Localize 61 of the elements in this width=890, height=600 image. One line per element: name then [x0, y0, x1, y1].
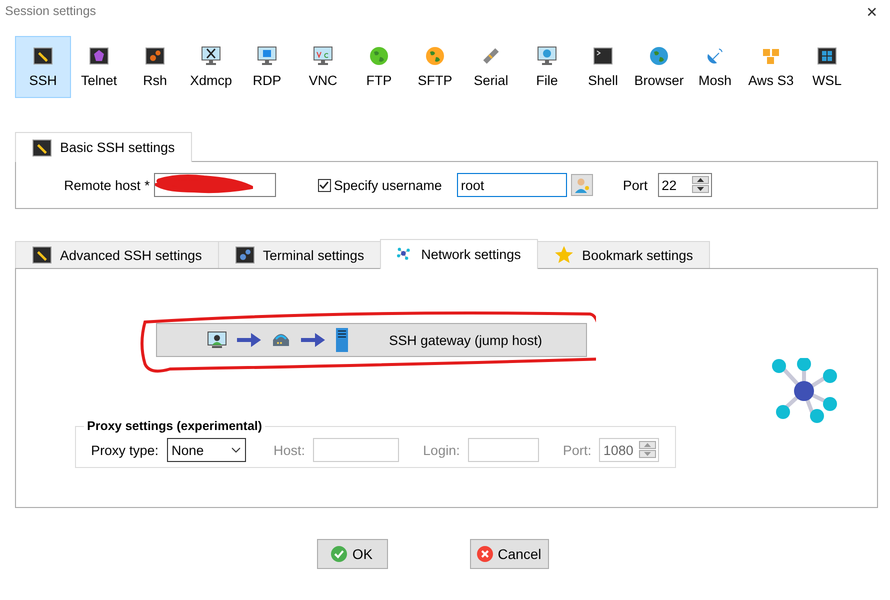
session-type-button[interactable]: Serial: [463, 36, 519, 98]
monitor-icon: [537, 46, 557, 66]
session-type-button[interactable]: FTP: [351, 36, 407, 98]
arrow-icon: [301, 333, 325, 347]
port-spinner[interactable]: 22: [658, 173, 712, 197]
remote-host-field[interactable]: [154, 173, 276, 197]
login-label: Login:: [423, 442, 460, 458]
monitor-icon: [313, 46, 333, 66]
cancel-button[interactable]: Cancel: [470, 539, 548, 569]
session-type-button[interactable]: File: [519, 36, 575, 98]
ok-button[interactable]: OK: [316, 539, 388, 569]
checkbox[interactable]: [318, 178, 331, 192]
globe-icon: [369, 46, 389, 66]
session-type-button[interactable]: SFTP: [407, 36, 463, 98]
username-field[interactable]: root: [456, 173, 567, 197]
window-title: Session settings: [5, 4, 96, 18]
session-type-button[interactable]: Browser: [631, 36, 687, 98]
globe-icon: [649, 46, 669, 66]
monitor-icon: [201, 46, 221, 66]
tab[interactable]: Basic SSH settings: [15, 132, 192, 162]
windows-logo-icon: [817, 46, 837, 66]
remote-host-label: Remote host *: [64, 178, 150, 192]
cubes-icon: [761, 46, 781, 66]
arrow-icon: [237, 333, 261, 347]
port-label: Port: [622, 178, 648, 192]
terminal-icon: [593, 46, 613, 66]
checkbox-label: Specify username: [334, 178, 442, 192]
chevron-down-icon: [230, 447, 241, 453]
group-title: Proxy settings (experimental): [86, 419, 264, 433]
session-type-button[interactable]: Aws S3: [743, 36, 799, 98]
session-type-button[interactable]: Rsh: [127, 36, 183, 98]
session-type-button[interactable]: WSL: [799, 36, 855, 98]
close-icon: [476, 546, 493, 562]
satellite-dish-icon: [705, 46, 725, 66]
ssh-gateway-button[interactable]: SSH gateway (jump host): [156, 323, 587, 357]
gem-icon: [89, 46, 109, 66]
tab[interactable]: Bookmark settings: [536, 241, 710, 268]
session-type-button[interactable]: SSH: [15, 36, 71, 98]
close-button[interactable]: ✕: [862, 4, 882, 20]
user-monitor-icon: [207, 330, 227, 350]
session-type-button[interactable]: Xdmcp: [183, 36, 239, 98]
tab[interactable]: Advanced SSH settings: [15, 241, 219, 268]
star-icon: [554, 245, 574, 265]
session-type-button[interactable]: RDP: [239, 36, 295, 98]
network-icon: [771, 358, 837, 424]
host-label: Host:: [274, 442, 306, 458]
port-label: Port:: [562, 442, 592, 458]
tab[interactable]: Network settings: [380, 239, 538, 269]
tab[interactable]: Terminal settings: [218, 241, 382, 268]
globe-icon: [425, 46, 445, 66]
host-field[interactable]: [313, 438, 400, 462]
login-field[interactable]: [468, 438, 539, 462]
monitor-icon: [257, 46, 277, 66]
session-type-button[interactable]: Telnet: [71, 36, 127, 98]
user-key-button[interactable]: [570, 174, 593, 196]
session-type-button[interactable]: Mosh: [687, 36, 743, 98]
check-icon: [331, 546, 348, 562]
session-type-button[interactable]: Shell: [575, 36, 631, 98]
session-type-button[interactable]: VNC: [295, 36, 351, 98]
proxy-type-label: Proxy type:: [91, 442, 159, 458]
server-icon: [335, 328, 349, 352]
